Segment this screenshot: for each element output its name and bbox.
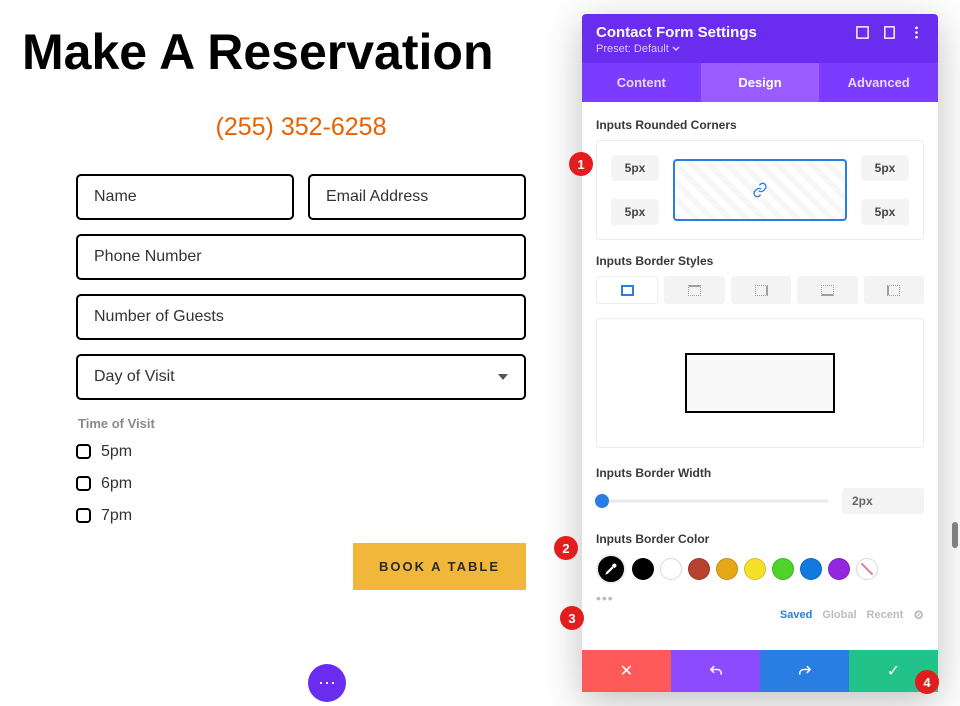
time-option[interactable]: 6pm — [76, 475, 526, 493]
panel-tabs: Content Design Advanced — [582, 63, 938, 102]
link-icon — [752, 182, 768, 198]
field-placeholder: Phone Number — [94, 248, 202, 266]
annotation-badge: 1 — [569, 152, 593, 176]
palette-tab-recent[interactable]: Recent — [867, 609, 904, 621]
redo-icon — [796, 662, 814, 680]
email-field[interactable]: Email Address — [308, 174, 526, 220]
annotation-badge: 3 — [560, 606, 584, 630]
rounded-corners-control: 5px 5px 5px 5px — [596, 140, 924, 240]
time-legend: Time of Visit — [78, 416, 526, 431]
border-width-value[interactable]: 2px — [842, 488, 924, 514]
border-style-group — [596, 276, 924, 304]
undo-icon — [707, 662, 725, 680]
snap-icon[interactable] — [882, 25, 897, 40]
corner-br-input[interactable]: 5px — [861, 199, 909, 225]
panel-title: Contact Form Settings — [596, 24, 757, 41]
name-field[interactable]: Name — [76, 174, 294, 220]
border-preview — [596, 318, 924, 448]
module-options-button[interactable]: ⋯ — [308, 664, 346, 702]
option-label: 7pm — [101, 507, 132, 525]
corner-tr-input[interactable]: 5px — [861, 155, 909, 181]
settings-panel: Contact Form Settings Preset: Default Co… — [582, 14, 938, 692]
tab-advanced[interactable]: Advanced — [819, 63, 938, 102]
palette-tab-global[interactable]: Global — [822, 609, 856, 621]
time-option[interactable]: 5pm — [76, 443, 526, 461]
phone-field[interactable]: Phone Number — [76, 234, 526, 280]
guests-field[interactable]: Number of Guests — [76, 294, 526, 340]
palette-tab-saved[interactable]: Saved — [780, 609, 812, 621]
close-button[interactable]: ✕ — [582, 650, 671, 692]
color-swatch-none[interactable] — [856, 558, 878, 580]
day-select[interactable]: Day of Visit — [76, 354, 526, 400]
kebab-icon[interactable] — [909, 25, 924, 40]
time-option[interactable]: 7pm — [76, 507, 526, 525]
expand-icon[interactable] — [855, 25, 870, 40]
option-label: 5pm — [101, 443, 132, 461]
border-style-right[interactable] — [731, 276, 791, 304]
corner-bl-input[interactable]: 5px — [611, 199, 659, 225]
color-swatch[interactable] — [772, 558, 794, 580]
eyedropper-icon — [604, 562, 618, 576]
reservation-form: Name Email Address Phone Number Number o… — [76, 174, 526, 590]
section-border-width: Inputs Border Width — [596, 466, 924, 480]
gear-icon[interactable]: ⚙ — [913, 608, 924, 622]
preset-label: Preset: Default — [596, 43, 669, 55]
border-style-bottom[interactable] — [797, 276, 857, 304]
more-icon[interactable]: ••• — [596, 590, 924, 606]
slider-thumb-icon[interactable] — [595, 494, 609, 508]
undo-button[interactable] — [671, 650, 760, 692]
checkbox-icon — [76, 508, 91, 523]
redo-button[interactable] — [760, 650, 849, 692]
palette-tabs: Saved Global Recent ⚙ — [596, 608, 924, 622]
color-swatch[interactable] — [716, 558, 738, 580]
corners-preview[interactable] — [673, 159, 847, 221]
color-swatches — [596, 554, 924, 584]
chevron-down-icon — [498, 374, 508, 380]
field-placeholder: Number of Guests — [94, 308, 224, 326]
color-picker-button[interactable] — [596, 554, 626, 584]
field-placeholder: Name — [94, 188, 137, 206]
panel-footer: ✕ ✓ — [582, 650, 938, 692]
checkbox-icon — [76, 476, 91, 491]
border-style-all[interactable] — [596, 276, 658, 304]
scrollbar-thumb[interactable] — [952, 522, 958, 548]
annotation-badge: 4 — [915, 670, 939, 694]
panel-header: Contact Form Settings Preset: Default — [582, 14, 938, 63]
section-border-styles: Inputs Border Styles — [596, 254, 924, 268]
checkbox-icon — [76, 444, 91, 459]
border-style-left[interactable] — [864, 276, 924, 304]
tab-content[interactable]: Content — [582, 63, 701, 102]
corner-tl-input[interactable]: 5px — [611, 155, 659, 181]
border-style-top[interactable] — [664, 276, 724, 304]
color-swatch[interactable] — [828, 558, 850, 580]
section-rounded-corners: Inputs Rounded Corners — [596, 118, 924, 132]
preset-selector[interactable]: Preset: Default — [596, 43, 924, 55]
annotation-badge: 2 — [554, 536, 578, 560]
color-swatch[interactable] — [744, 558, 766, 580]
section-border-color: Inputs Border Color — [596, 532, 924, 546]
tab-design[interactable]: Design — [701, 63, 820, 102]
panel-body: Inputs Rounded Corners 5px 5px 5px 5px I… — [582, 102, 938, 650]
color-swatch[interactable] — [800, 558, 822, 580]
page-canvas: Make A Reservation (255) 352-6258 Name E… — [0, 0, 580, 590]
field-placeholder: Email Address — [326, 188, 428, 206]
color-swatch[interactable] — [632, 558, 654, 580]
chevron-down-icon — [672, 45, 680, 53]
page-title: Make A Reservation — [22, 26, 580, 79]
field-placeholder: Day of Visit — [94, 368, 175, 386]
color-swatch[interactable] — [688, 558, 710, 580]
border-width-slider[interactable] — [596, 492, 828, 510]
option-label: 6pm — [101, 475, 132, 493]
color-swatch[interactable] — [660, 558, 682, 580]
phone-number: (255) 352-6258 — [51, 113, 551, 142]
book-table-button[interactable]: BOOK A TABLE — [353, 543, 526, 590]
